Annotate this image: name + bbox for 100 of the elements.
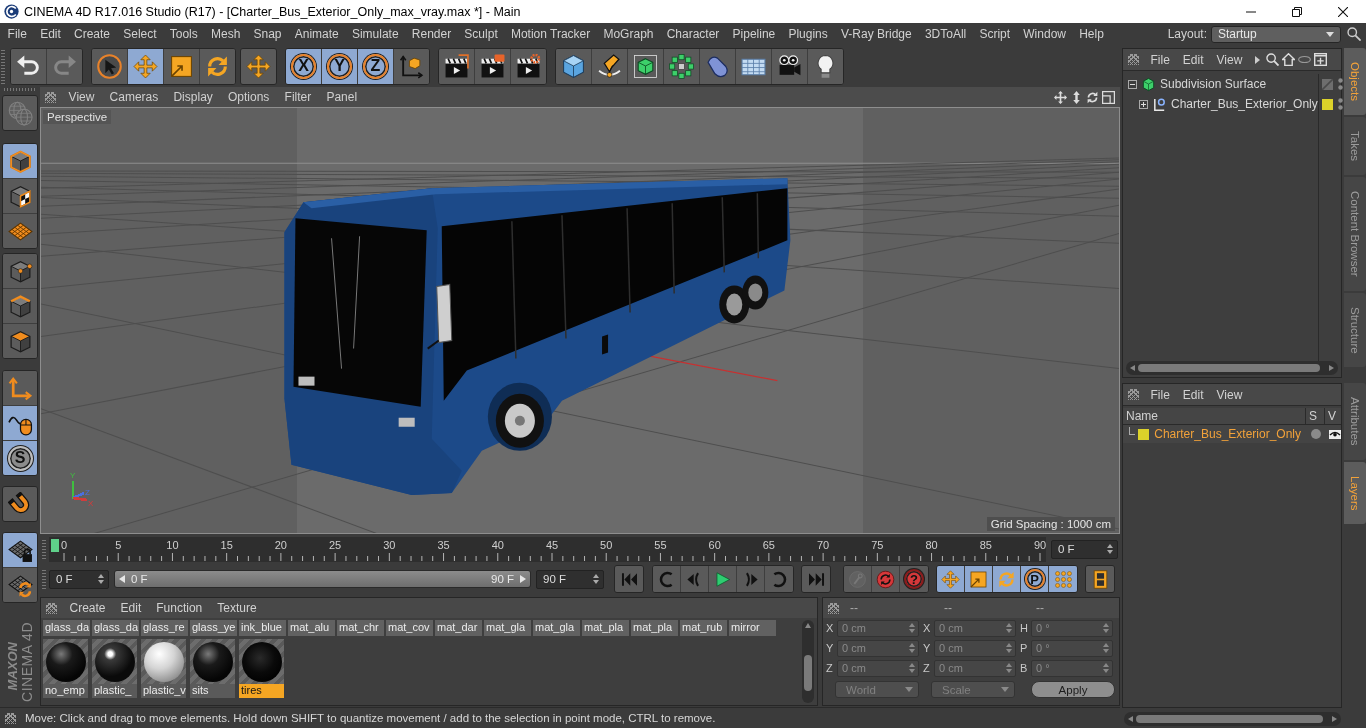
snap-mode-button[interactable] bbox=[3, 487, 37, 521]
menu-item[interactable]: View bbox=[1210, 50, 1249, 69]
menu-item[interactable]: Window bbox=[1016, 24, 1073, 44]
menu-item[interactable]: Simulate bbox=[345, 24, 406, 44]
select-button[interactable] bbox=[92, 48, 128, 84]
renderview-button[interactable] bbox=[439, 48, 475, 84]
grip-handle-icon[interactable] bbox=[5, 712, 16, 724]
material-name-label[interactable]: mat_cov bbox=[386, 620, 433, 636]
menu-item[interactable]: Help bbox=[1072, 24, 1111, 44]
arrow-right-icon[interactable] bbox=[520, 575, 526, 583]
menu-item[interactable]: Edit bbox=[1176, 385, 1211, 404]
oval-icon[interactable] bbox=[1297, 53, 1311, 66]
start-frame-field[interactable]: 0 F bbox=[49, 569, 109, 589]
arrow-right-icon[interactable] bbox=[1254, 55, 1260, 64]
layout-dropdown[interactable]: Startup bbox=[1211, 25, 1341, 43]
menu-item[interactable]: Function bbox=[148, 599, 210, 617]
tree-toggle-icon[interactable] bbox=[1128, 79, 1137, 89]
axes-mode-button[interactable] bbox=[3, 371, 37, 406]
home-icon[interactable] bbox=[1281, 53, 1295, 66]
horizontal-scrollbar[interactable] bbox=[1126, 361, 1338, 375]
column-header[interactable]: S bbox=[1306, 407, 1325, 425]
search-icon[interactable] bbox=[1347, 27, 1361, 41]
keymove-button[interactable] bbox=[937, 566, 965, 592]
panel-tab[interactable]: Layers bbox=[1344, 461, 1366, 525]
material-name-label[interactable]: mat_gla bbox=[533, 620, 580, 636]
panel-tab[interactable]: Takes bbox=[1344, 117, 1366, 176]
grip-handle-icon[interactable] bbox=[828, 602, 839, 614]
current-frame-field[interactable]: 0 F bbox=[1051, 539, 1118, 559]
column-header[interactable]: V bbox=[1325, 407, 1341, 425]
frame-range-slider[interactable]: 0 F 90 F bbox=[114, 570, 531, 588]
recent-button[interactable] bbox=[241, 48, 276, 84]
material-name-label[interactable]: glass_ye bbox=[190, 620, 237, 636]
grip-handle-icon[interactable] bbox=[4, 88, 36, 91]
model-mode-button[interactable] bbox=[3, 144, 37, 179]
keyparam-button[interactable]: P bbox=[1021, 566, 1049, 592]
menu-item[interactable]: Edit bbox=[33, 24, 68, 44]
material-name-label[interactable]: mat_pla bbox=[631, 620, 678, 636]
material-name-label[interactable]: glass_re bbox=[141, 620, 188, 636]
tweak-mode-button[interactable] bbox=[3, 406, 37, 441]
menu-item[interactable]: Render bbox=[405, 24, 458, 44]
material-name-label[interactable]: mat_alu bbox=[288, 620, 335, 636]
axis-button[interactable]: Z bbox=[358, 48, 394, 84]
menu-item[interactable]: Pipeline bbox=[725, 24, 782, 44]
two-dots-icon[interactable] bbox=[1337, 78, 1343, 90]
menu-item[interactable]: Motion Tracker bbox=[504, 24, 597, 44]
material-name-label[interactable]: glass_da bbox=[92, 620, 139, 636]
menu-item[interactable]: Edit bbox=[113, 599, 149, 617]
material-name-label[interactable]: sits bbox=[190, 684, 235, 698]
menu-item[interactable]: Animate bbox=[288, 24, 346, 44]
menu-item[interactable]: View bbox=[61, 88, 102, 106]
axis-button[interactable]: X bbox=[286, 48, 322, 84]
orbit-icon[interactable] bbox=[1086, 90, 1099, 104]
menu-item[interactable]: Display bbox=[165, 88, 221, 106]
timeline-button[interactable] bbox=[1086, 566, 1114, 592]
material-name-label[interactable]: mat_pla bbox=[582, 620, 629, 636]
two-dots-icon[interactable] bbox=[1337, 98, 1343, 110]
material-sphere-icon[interactable] bbox=[92, 639, 137, 684]
undo-button[interactable] bbox=[11, 48, 47, 84]
lock-mode-button[interactable] bbox=[3, 533, 37, 568]
prevkey-button[interactable] bbox=[653, 566, 681, 592]
menu-item[interactable]: Select bbox=[116, 24, 164, 44]
menu-item[interactable]: Sculpt bbox=[457, 24, 505, 44]
menu-item[interactable]: Plugins bbox=[781, 24, 835, 44]
material-name-label[interactable]: plastic_v bbox=[141, 684, 186, 698]
layer-color-swatch[interactable] bbox=[1138, 428, 1150, 440]
last-button[interactable] bbox=[802, 566, 830, 592]
menu-item[interactable]: File bbox=[1144, 50, 1177, 69]
material-name-label[interactable]: mat_dar bbox=[435, 620, 482, 636]
panel-tab[interactable]: Content Browser bbox=[1344, 177, 1366, 291]
maximize-view-icon[interactable] bbox=[1102, 90, 1115, 104]
grip-handle-icon[interactable] bbox=[46, 602, 57, 614]
material-name-label[interactable]: tires bbox=[239, 684, 284, 698]
menu-item[interactable]: View bbox=[1210, 385, 1249, 404]
menu-item[interactable]: Edit bbox=[1176, 50, 1211, 69]
menu-item[interactable]: Create bbox=[67, 24, 117, 44]
keyscale-button[interactable] bbox=[965, 566, 993, 592]
grip-handle-icon[interactable] bbox=[1, 48, 5, 84]
cube-button[interactable] bbox=[556, 48, 592, 84]
menu-item[interactable]: 3DToAll bbox=[918, 24, 973, 44]
material-name-label[interactable]: ink_blue bbox=[239, 620, 286, 636]
grip-handle-icon[interactable] bbox=[1128, 389, 1139, 400]
bus-model-drawing[interactable] bbox=[284, 178, 791, 495]
material-name-label[interactable]: mat_chr bbox=[337, 620, 384, 636]
menu-item[interactable]: Panel bbox=[318, 88, 365, 106]
keyrotate-button[interactable] bbox=[993, 566, 1021, 592]
menu-item[interactable]: Snap bbox=[246, 24, 289, 44]
panel-tab[interactable]: Objects bbox=[1344, 48, 1366, 115]
viewport-canvas[interactable]: Perspective Y Z X Grid Spacing : 1000 cm bbox=[40, 107, 1120, 534]
move-button[interactable] bbox=[128, 48, 164, 84]
solo-mode-button[interactable]: S bbox=[3, 441, 37, 475]
window-plus-icon[interactable] bbox=[1313, 53, 1327, 66]
menu-item[interactable]: Character bbox=[660, 24, 726, 44]
object-name[interactable]: Charter_Bus_Exterior_Only bbox=[1171, 97, 1318, 111]
tree-toggle-icon[interactable] bbox=[1139, 99, 1148, 109]
menu-item[interactable]: Create bbox=[62, 599, 114, 617]
material-name-label[interactable]: mat_gla bbox=[484, 620, 531, 636]
panel-tab[interactable]: Structure bbox=[1344, 292, 1366, 368]
grip-handle-icon[interactable] bbox=[1128, 54, 1139, 65]
column-header[interactable]: Name bbox=[1123, 407, 1306, 425]
grip-handle-icon[interactable] bbox=[42, 569, 46, 589]
